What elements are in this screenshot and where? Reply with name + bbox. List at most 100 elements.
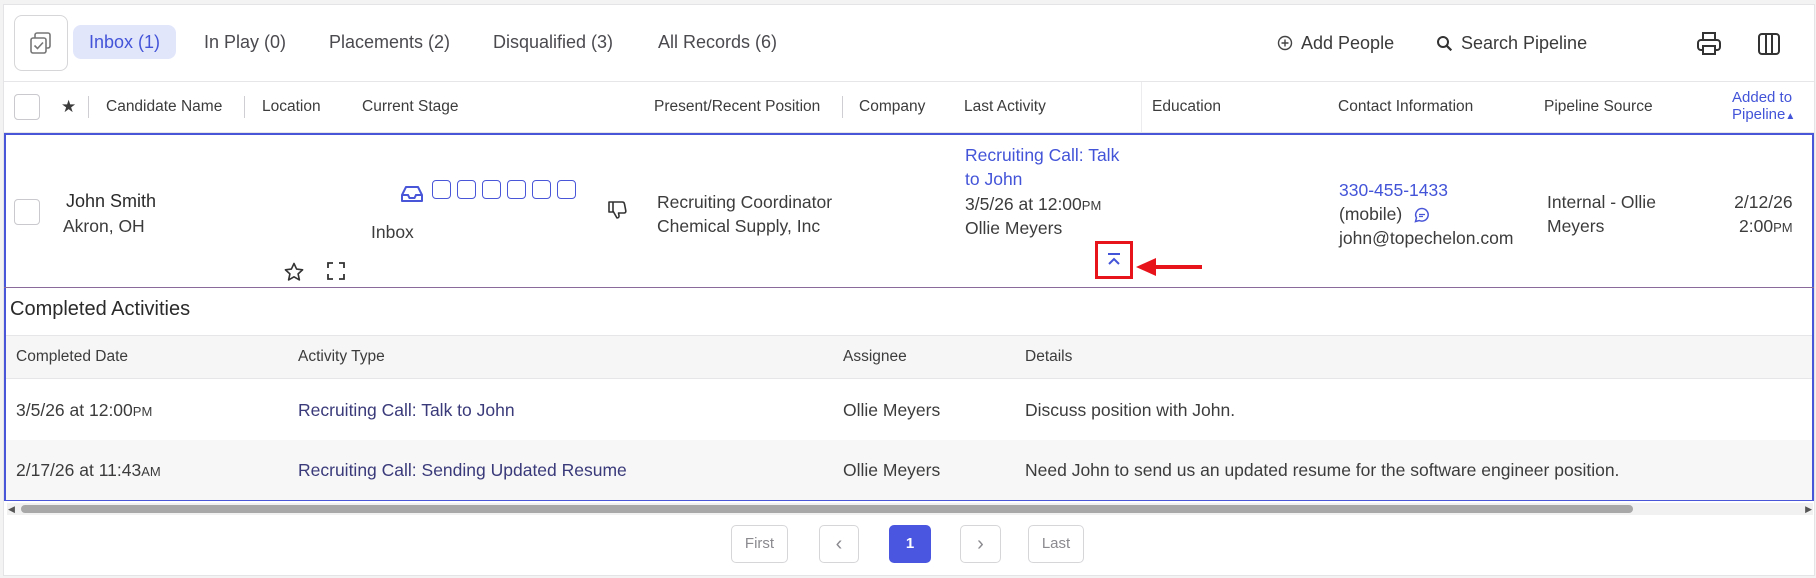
candidate-company: Chemical Supply, Inc (657, 216, 821, 236)
column-pipeline-source[interactable]: Pipeline Source (1544, 82, 1653, 132)
stage-step (481, 180, 501, 199)
phone-type: (mobile) (1339, 202, 1431, 226)
pipeline-source-line1: Internal - Ollie (1547, 192, 1656, 212)
column-divider (88, 96, 89, 118)
column-divider (1141, 82, 1142, 132)
column-position[interactable]: Present/Recent Position (654, 82, 820, 132)
columns-button[interactable] (1754, 29, 1784, 59)
row-checkbox[interactable] (14, 199, 40, 225)
columns-icon (1758, 33, 1780, 55)
stage-step (456, 180, 476, 199)
search-pipeline-button[interactable]: Search Pipeline (1436, 27, 1587, 59)
added-time: 2:00PM (1734, 214, 1793, 240)
activity-row: 3/5/26 at 12:00PM Recruiting Call: Talk … (6, 380, 1812, 440)
activities-col-assignee: Assignee (843, 348, 907, 365)
tab-disqualified[interactable]: Disqualified (3) (477, 25, 629, 59)
column-last-activity[interactable]: Last Activity (964, 82, 1046, 132)
plus-circle-icon (1277, 35, 1293, 51)
add-people-label: Add People (1301, 33, 1395, 53)
last-page-button[interactable]: Last (1028, 525, 1084, 563)
completed-activities-panel: Completed Activities Completed Date Acti… (4, 288, 1814, 501)
candidate-phone[interactable]: 330-455-1433 (1339, 178, 1448, 202)
expand-icon (327, 262, 345, 280)
added-to-pipeline-date: 2/12/26 2:00PM (1734, 190, 1793, 240)
page-1-button[interactable]: 1 (889, 525, 931, 563)
printer-icon (1697, 32, 1721, 55)
tab-in-play[interactable]: In Play (0) (188, 25, 302, 59)
candidate-name[interactable]: John Smith (66, 189, 156, 213)
stage-tracker[interactable] (399, 180, 582, 205)
red-arrow-annotation (1136, 258, 1202, 276)
added-header-line2-text: Pipeline (1732, 106, 1786, 123)
scroll-left-icon[interactable]: ◀ (8, 503, 15, 515)
column-candidate-name[interactable]: Candidate Name (106, 82, 222, 132)
collapse-up-icon (1108, 253, 1120, 265)
bulk-select-button[interactable] (14, 15, 68, 71)
column-divider (244, 96, 245, 118)
pipeline-toolbar: Inbox (1) In Play (0) Placements (2) Dis… (4, 5, 1814, 81)
activity-row: 2/17/26 at 11:43AM Recruiting Call: Send… (6, 440, 1812, 500)
last-activity-link[interactable]: Recruiting Call: Talk to John (965, 143, 1119, 191)
first-page-button[interactable]: First (731, 525, 788, 563)
expand-profile-button[interactable] (326, 261, 346, 287)
tab-inbox[interactable]: Inbox (1) (73, 25, 177, 59)
activity-ampm: PM (132, 404, 153, 419)
added-date: 2/12/26 (1734, 192, 1793, 212)
last-activity-line2: to John (965, 169, 1023, 189)
activity-assignee: Ollie Meyers (843, 460, 941, 480)
favorite-star-button[interactable] (283, 261, 305, 289)
activities-col-date: Completed Date (16, 348, 129, 365)
stage-step (531, 180, 551, 199)
activity-ampm: AM (141, 464, 161, 479)
tab-all-records[interactable]: All Records (6) (642, 25, 793, 59)
activity-date-text: 2/17/26 at 11:43 (16, 460, 142, 480)
pipeline-source: Internal - Ollie Meyers (1547, 190, 1656, 238)
column-added-to-pipeline[interactable]: Added to Pipeline▲ (1732, 82, 1795, 132)
tab-placements[interactable]: Placements (2) (313, 25, 466, 59)
candidate-location: Akron, OH (63, 216, 145, 236)
column-current-stage[interactable]: Current Stage (362, 82, 459, 132)
prev-page-button[interactable]: ‹ (819, 525, 859, 563)
activity-type-link[interactable]: Recruiting Call: Talk to John (298, 380, 515, 440)
star-outline-icon (284, 262, 304, 281)
activities-col-type: Activity Type (298, 348, 385, 365)
horizontal-scrollbar[interactable]: ◀ ▶ (7, 503, 1813, 515)
stage-step (556, 180, 576, 199)
column-education[interactable]: Education (1152, 82, 1221, 132)
add-people-button[interactable]: Add People (1277, 27, 1394, 59)
search-icon (1437, 35, 1453, 51)
select-all-checkbox[interactable] (14, 94, 40, 120)
column-company[interactable]: Company (859, 82, 925, 132)
stage-label: Inbox (371, 222, 414, 242)
table-header: ★ Candidate Name Location Current Stage … (4, 81, 1814, 133)
added-ampm: PM (1773, 220, 1793, 235)
sms-icon[interactable] (1413, 206, 1431, 224)
phone-type-label: (mobile) (1339, 204, 1403, 224)
activity-date: 3/5/26 at 12:00PM (16, 380, 152, 442)
search-pipeline-label: Search Pipeline (1461, 33, 1588, 53)
candidate-position: Recruiting Coordinator (657, 192, 833, 212)
candidate-row[interactable]: John Smith Akron, OH Inbox Recruiting Co… (4, 133, 1814, 291)
stage-step (431, 180, 451, 199)
scrollbar-thumb[interactable] (21, 505, 1633, 513)
next-page-button[interactable]: › (960, 525, 1001, 563)
star-column-header[interactable]: ★ (61, 82, 76, 132)
candidate-email[interactable]: john@topechelon.com (1339, 226, 1513, 250)
collapse-activities-button[interactable] (1095, 241, 1133, 279)
column-contact[interactable]: Contact Information (1338, 82, 1473, 132)
disqualify-button[interactable] (606, 199, 628, 227)
last-activity-ampm: PM (1081, 198, 1102, 213)
activity-date-text: 3/5/26 at 12:00 (16, 400, 133, 420)
completed-activities-title: Completed Activities (10, 298, 191, 320)
activity-type-link[interactable]: Recruiting Call: Sending Updated Resume (298, 440, 627, 500)
scroll-right-icon[interactable]: ▶ (1805, 503, 1812, 515)
added-header-line1: Added to (1732, 89, 1793, 106)
last-activity-date: 3/5/26 at 12:00PM (965, 192, 1101, 218)
activity-date: 2/17/26 at 11:43AM (16, 440, 161, 502)
pipeline-source-line2: Meyers (1547, 216, 1605, 236)
print-button[interactable] (1694, 29, 1724, 59)
added-header-line2: Pipeline▲ (1732, 106, 1795, 125)
pipeline-panel: Inbox (1) In Play (0) Placements (2) Dis… (3, 4, 1815, 576)
added-time-text: 2:00 (1739, 216, 1774, 236)
column-location[interactable]: Location (262, 82, 321, 132)
